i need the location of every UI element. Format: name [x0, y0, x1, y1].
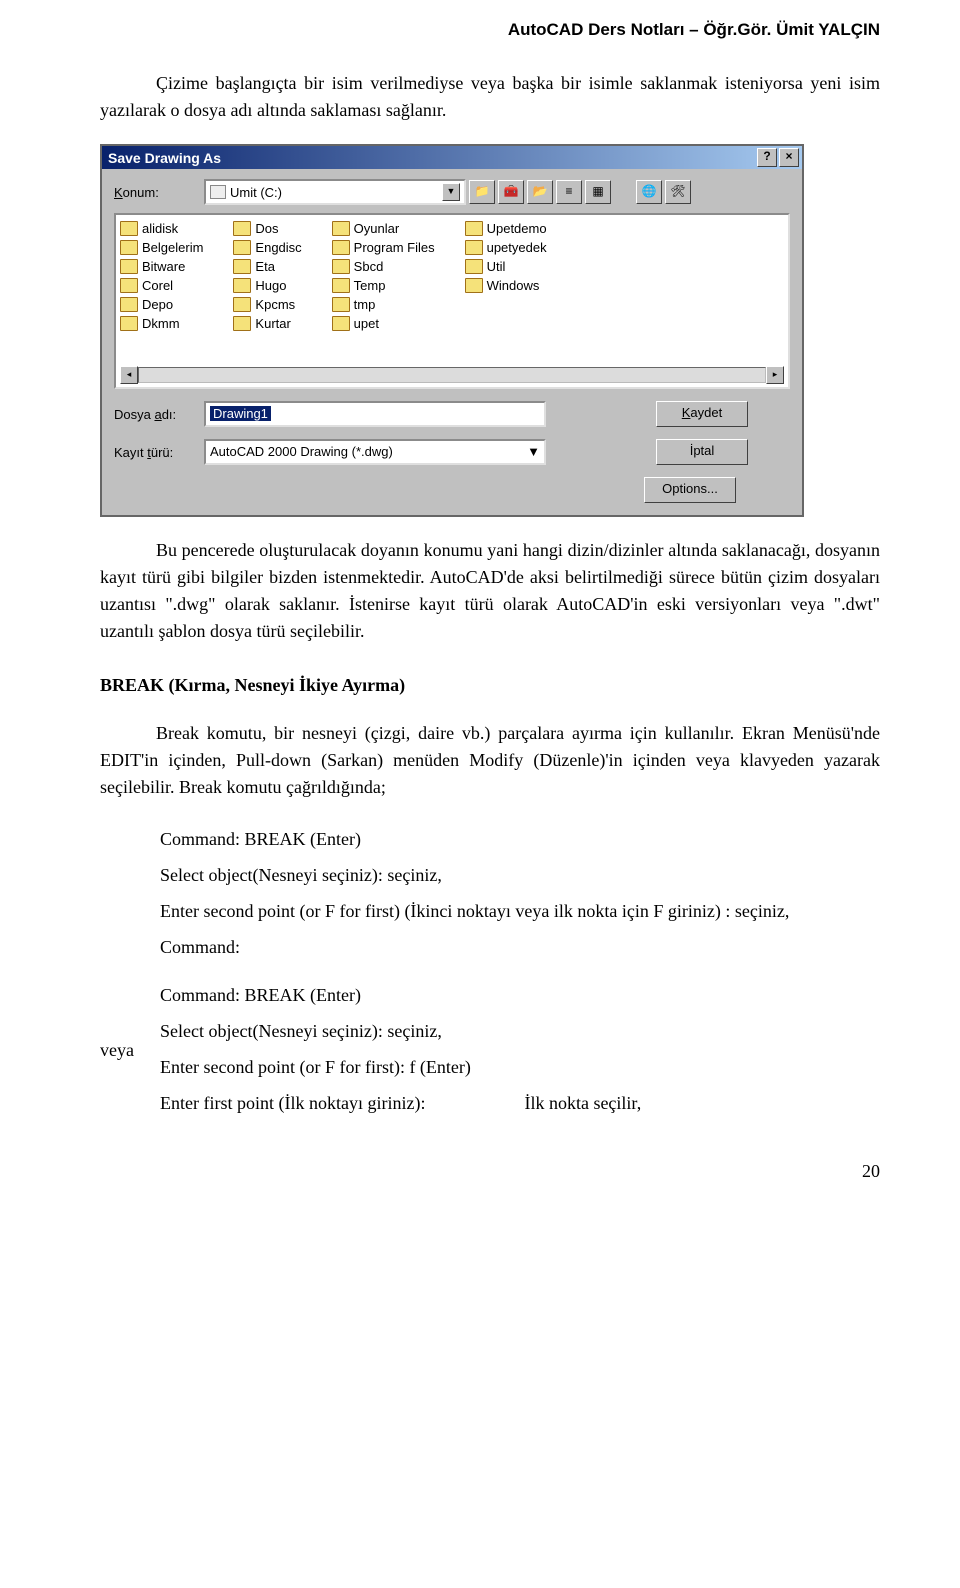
dialog-title: Save Drawing As: [108, 150, 221, 166]
section-heading: BREAK (Kırma, Nesneyi İkiye Ayırma): [100, 675, 880, 696]
cmd-line: Command: BREAK (Enter): [160, 977, 789, 1013]
kayit-turu-label: Kayıt türü:: [114, 445, 204, 460]
dialog-titlebar: Save Drawing As ? ×: [102, 146, 802, 169]
folder-icon: [120, 278, 138, 293]
folder-icon: [233, 278, 251, 293]
folder-icon: [332, 240, 350, 255]
folder-icon: [233, 259, 251, 274]
command-block: Command: BREAK (Enter) Select object(Nes…: [160, 821, 789, 1121]
help-icon[interactable]: ?: [757, 148, 777, 167]
list-item[interactable]: Windows: [465, 278, 547, 293]
folder-icon: [233, 297, 251, 312]
chevron-down-icon[interactable]: ▼: [527, 441, 540, 463]
horizontal-scrollbar[interactable]: ◂ ▸: [120, 367, 784, 383]
paragraph-1: Çizime başlangıçta bir isim verilmediyse…: [100, 70, 880, 124]
list-item[interactable]: Bitware: [120, 259, 203, 274]
tools-icon[interactable]: 🛠: [665, 180, 691, 204]
cmd-line: Select object(Nesneyi seçiniz): seçiniz,: [160, 857, 789, 893]
veya-label: veya: [100, 1040, 134, 1061]
list-item[interactable]: tmp: [332, 297, 435, 312]
folder-icon: [465, 278, 483, 293]
cmd-line: Command: BREAK (Enter): [160, 821, 789, 857]
list-item[interactable]: upetyedek: [465, 240, 547, 255]
konum-label: KKonum:onum:: [114, 185, 204, 200]
folder-icon: [465, 259, 483, 274]
folder-icon: [332, 259, 350, 274]
konum-value: Umit (C:): [230, 185, 282, 200]
filename-input[interactable]: Drawing1: [204, 401, 546, 427]
folder-icon: [332, 221, 350, 236]
folder-icon: [465, 221, 483, 236]
folder-icon: [465, 240, 483, 255]
filetype-value: AutoCAD 2000 Drawing (*.dwg): [210, 441, 393, 463]
cmd-line: Enter second point (or F for first): f (…: [160, 1049, 789, 1085]
file-col-3: Oyunlar Program Files Sbcd Temp tmp upet: [332, 221, 435, 361]
folder-icon: [332, 297, 350, 312]
folder-icon: [120, 316, 138, 331]
cmd-line: Command:: [160, 929, 789, 965]
save-dialog: Save Drawing As ? × KKonum:onum: Umit (C…: [100, 144, 804, 517]
list-item[interactable]: Upetdemo: [465, 221, 547, 236]
folder-icon: [120, 259, 138, 274]
desktop-icon[interactable]: 🧰: [498, 180, 524, 204]
folder-icon: [233, 316, 251, 331]
list-item[interactable]: Corel: [120, 278, 203, 293]
drive-icon: [210, 185, 226, 199]
folder-icon: [120, 297, 138, 312]
scroll-left-icon[interactable]: ◂: [120, 366, 138, 384]
page-header: AutoCAD Ders Notları – Öğr.Gör. Ümit YAL…: [100, 20, 880, 40]
dosya-adi-label: Dosya adı:: [114, 407, 204, 422]
kaydet-button[interactable]: KKaydetaydet: [656, 401, 748, 427]
list-item[interactable]: Engdisc: [233, 240, 301, 255]
close-icon[interactable]: ×: [779, 148, 799, 167]
list-item[interactable]: Oyunlar: [332, 221, 435, 236]
filetype-dropdown[interactable]: AutoCAD 2000 Drawing (*.dwg) ▼: [204, 439, 546, 465]
list-item[interactable]: Kurtar: [233, 316, 301, 331]
folder-icon: [332, 316, 350, 331]
new-folder-icon[interactable]: 📂: [527, 180, 553, 204]
scroll-track[interactable]: [138, 367, 766, 383]
cmd-line: Enter first point (İlk noktayı giriniz):…: [160, 1085, 789, 1121]
list-item[interactable]: Belgelerim: [120, 240, 203, 255]
scroll-right-icon[interactable]: ▸: [766, 366, 784, 384]
file-col-2: Dos Engdisc Eta Hugo Kpcms Kurtar: [233, 221, 301, 361]
list-item[interactable]: Eta: [233, 259, 301, 274]
list-item[interactable]: Dkmm: [120, 316, 203, 331]
list-item[interactable]: Dos: [233, 221, 301, 236]
list-item[interactable]: Util: [465, 259, 547, 274]
cmd-line: Select object(Nesneyi seçiniz): seçiniz,: [160, 1013, 789, 1049]
list-item[interactable]: Hugo: [233, 278, 301, 293]
folder-icon: [120, 240, 138, 255]
paragraph-3: Break komutu, bir nesneyi (çizgi, daire …: [100, 720, 880, 801]
folder-icon: [233, 221, 251, 236]
search-web-icon[interactable]: 🌐: [636, 180, 662, 204]
cmd-line: Enter second point (or F for first) (İki…: [160, 893, 789, 929]
chevron-down-icon[interactable]: ▼: [442, 183, 460, 201]
list-item[interactable]: alidisk: [120, 221, 203, 236]
paragraph-2: Bu pencerede oluşturulacak doyanın konum…: [100, 537, 880, 645]
page-number: 20: [100, 1161, 880, 1182]
file-col-4: Upetdemo upetyedek Util Windows: [465, 221, 547, 361]
list-view-icon[interactable]: ≡: [556, 180, 582, 204]
list-item[interactable]: Temp: [332, 278, 435, 293]
list-item[interactable]: Depo: [120, 297, 203, 312]
list-item[interactable]: Kpcms: [233, 297, 301, 312]
options-button[interactable]: Options...: [644, 477, 736, 503]
list-item[interactable]: Program Files: [332, 240, 435, 255]
list-item[interactable]: Sbcd: [332, 259, 435, 274]
folder-icon: [233, 240, 251, 255]
folder-icon: [332, 278, 350, 293]
filename-value: Drawing1: [210, 406, 271, 421]
file-list[interactable]: alidisk Belgelerim Bitware Corel Depo Dk…: [114, 213, 790, 389]
iptal-button[interactable]: İptal: [656, 439, 748, 465]
konum-dropdown[interactable]: Umit (C:) ▼: [204, 179, 466, 205]
file-col-1: alidisk Belgelerim Bitware Corel Depo Dk…: [120, 221, 203, 361]
list-item[interactable]: upet: [332, 316, 435, 331]
details-view-icon[interactable]: ▦: [585, 180, 611, 204]
up-folder-icon[interactable]: 📁: [469, 180, 495, 204]
folder-icon: [120, 221, 138, 236]
